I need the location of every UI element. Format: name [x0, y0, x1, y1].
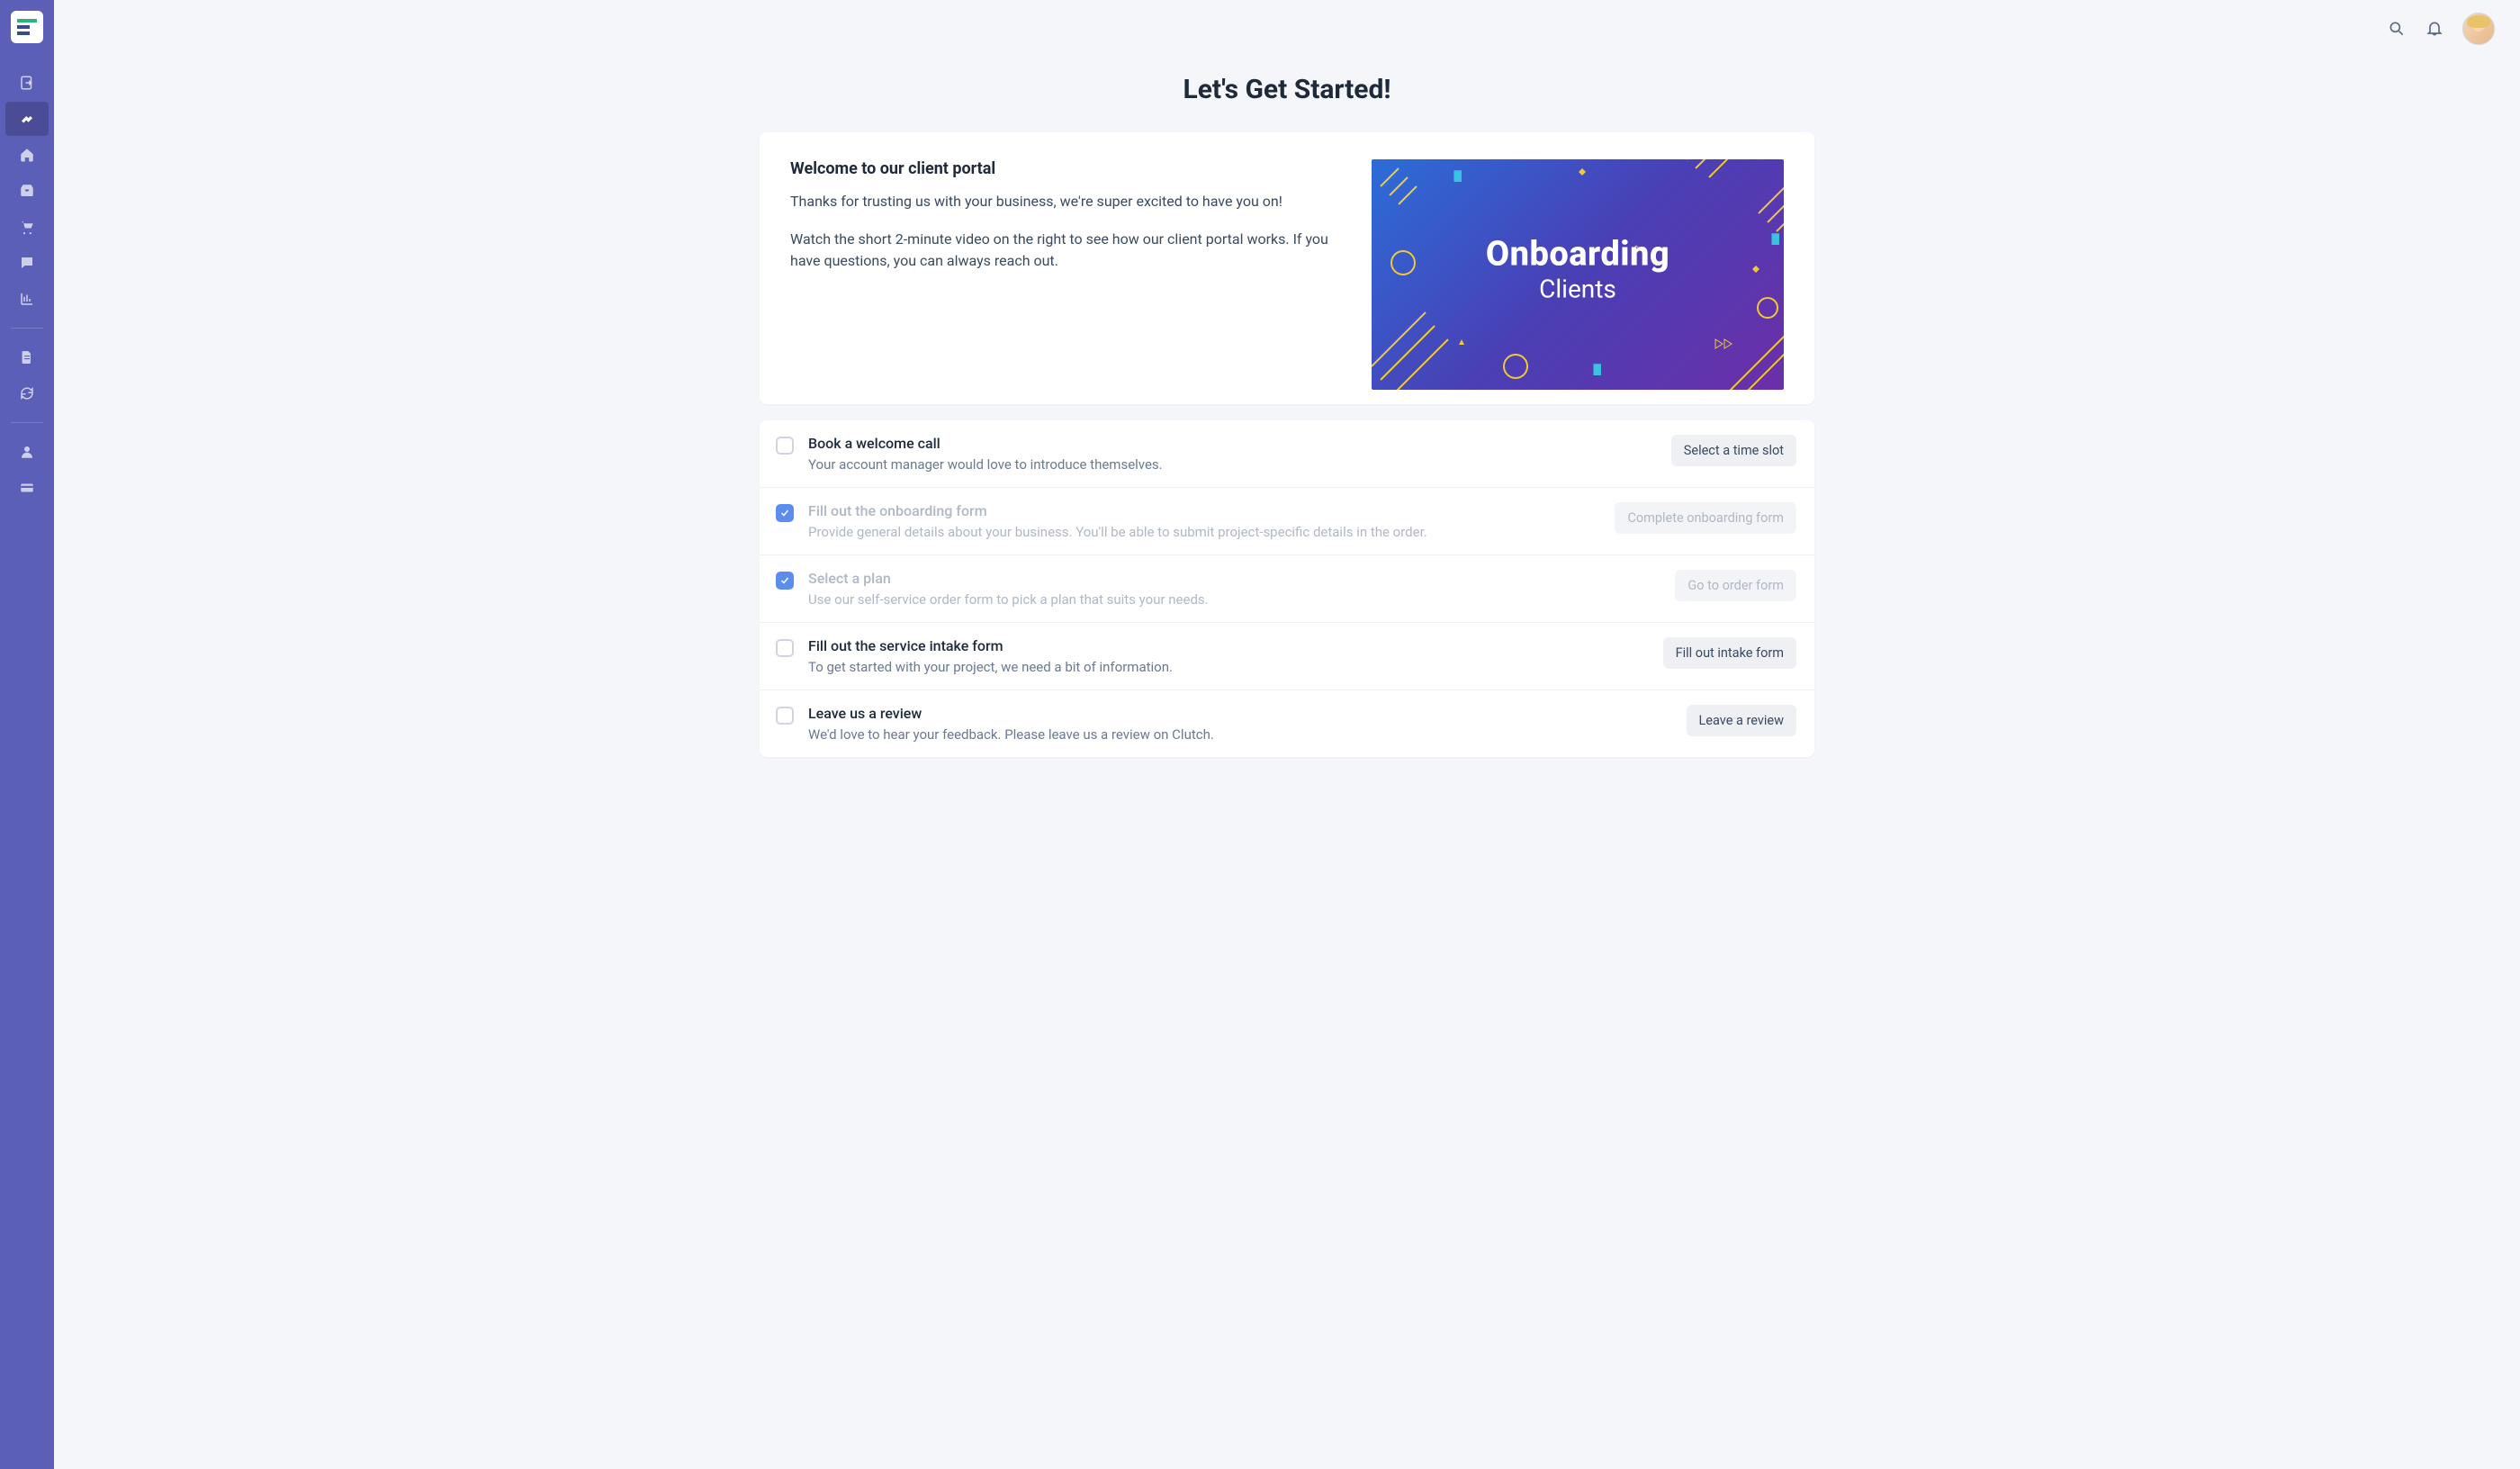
onboarding-video[interactable]: Onboarding Clients [1372, 159, 1784, 390]
task-title: Book a welcome call [808, 435, 1657, 452]
page-title: Let's Get Started! [72, 74, 2502, 105]
task-title: Fill out the onboarding form [808, 502, 1600, 519]
task-desc: We'd love to hear your feedback. Please … [808, 726, 1672, 743]
check-icon [779, 575, 790, 586]
task-checkbox[interactable] [776, 572, 794, 590]
task-action-button[interactable]: Leave a review [1687, 705, 1797, 736]
notifications-button[interactable] [2425, 19, 2444, 39]
task-row: Fill out the onboarding form Provide gen… [760, 488, 1814, 555]
handshake-icon [19, 111, 35, 127]
task-desc: Provide general details about your busin… [808, 524, 1600, 540]
avatar[interactable] [2462, 13, 2495, 45]
task-desc: Your account manager would love to intro… [808, 456, 1657, 473]
nav-divider-2 [11, 422, 43, 423]
nav-cart[interactable] [5, 210, 49, 244]
welcome-p1: Thanks for trusting us with your busines… [790, 191, 1336, 212]
task-checkbox[interactable] [776, 504, 794, 522]
nav-files[interactable] [5, 340, 49, 374]
task-row: Select a plan Use our self-service order… [760, 555, 1814, 623]
video-title: Onboarding Clients [1486, 234, 1670, 303]
inbox-icon [19, 183, 35, 199]
task-desc: To get started with your project, we nee… [808, 659, 1649, 675]
nav-analytics[interactable] [5, 282, 49, 316]
welcome-heading: Welcome to our client portal [790, 159, 1336, 178]
nav-inbox[interactable] [5, 174, 49, 208]
task-row: Fill out the service intake form To get … [760, 623, 1814, 690]
task-action-button[interactable]: Select a time slot [1671, 435, 1796, 466]
video-line2: Clients [1486, 274, 1670, 303]
nav-profile[interactable] [5, 435, 49, 469]
file-icon [19, 349, 35, 365]
search-icon [2388, 20, 2406, 38]
nav-chat[interactable] [5, 246, 49, 280]
content: Let's Get Started! Welcome to our client… [54, 58, 2520, 1469]
task-action-button[interactable]: Fill out intake form [1663, 637, 1796, 669]
login-icon [19, 75, 35, 91]
check-icon [779, 508, 790, 518]
task-action-button[interactable]: Go to order form [1675, 570, 1796, 601]
card-icon [19, 480, 35, 496]
welcome-card: Welcome to our client portal Thanks for … [760, 132, 1814, 404]
welcome-text: Welcome to our client portal Thanks for … [790, 159, 1336, 390]
task-checkbox[interactable] [776, 707, 794, 725]
task-title: Fill out the service intake form [808, 637, 1649, 654]
cart-icon [19, 219, 35, 235]
task-row: Book a welcome call Your account manager… [760, 420, 1814, 488]
sidebar [0, 0, 54, 1469]
nav-divider [11, 328, 43, 329]
video-line1: Onboarding [1486, 234, 1670, 274]
task-desc: Use our self-service order form to pick … [808, 591, 1660, 608]
topbar [54, 0, 2520, 58]
task-checkbox[interactable] [776, 639, 794, 657]
chart-icon [19, 291, 35, 307]
task-checkbox[interactable] [776, 437, 794, 455]
nav-sync[interactable] [5, 376, 49, 410]
task-row: Leave us a review We'd love to hear your… [760, 690, 1814, 757]
sync-icon [19, 385, 35, 401]
nav-home[interactable] [5, 138, 49, 172]
nav-login[interactable] [5, 66, 49, 100]
task-action-button[interactable]: Complete onboarding form [1615, 502, 1796, 534]
chat-icon [19, 255, 35, 271]
bell-icon [2426, 20, 2444, 38]
user-icon [19, 444, 35, 460]
nav-billing[interactable] [5, 471, 49, 505]
logo[interactable] [11, 11, 43, 43]
nav-onboarding[interactable] [5, 102, 49, 136]
tasks-card: Book a welcome call Your account manager… [760, 420, 1814, 757]
task-title: Leave us a review [808, 705, 1672, 722]
main: Let's Get Started! Welcome to our client… [54, 0, 2520, 1469]
task-title: Select a plan [808, 570, 1660, 587]
search-button[interactable] [2387, 19, 2407, 39]
home-icon [19, 147, 35, 163]
welcome-p2: Watch the short 2-minute video on the ri… [790, 229, 1336, 272]
